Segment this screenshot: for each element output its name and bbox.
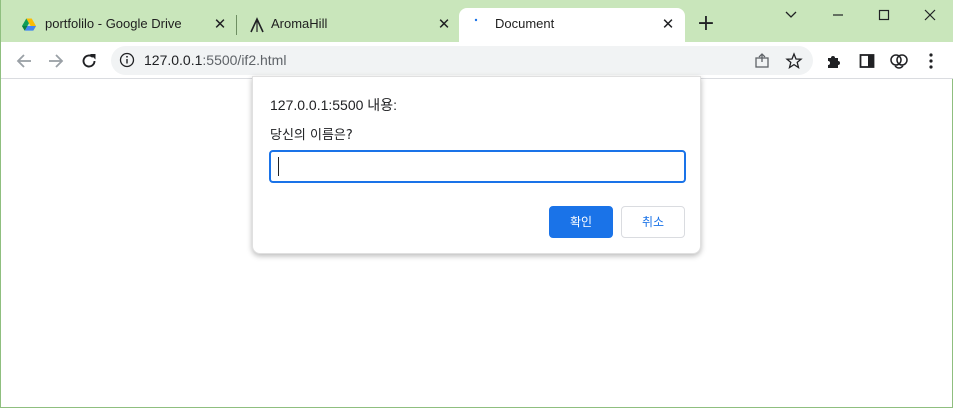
browser-window: portfolilo - Google Drive ✕ AromaHill ✕ …: [0, 0, 953, 408]
browser-toolbar: 127.0.0.1:5500/if2.html: [1, 42, 953, 79]
maximize-button[interactable]: [861, 4, 907, 28]
prompt-dialog: 127.0.0.1:5500 내용: 당신의 이름은? 확인 취소: [252, 76, 701, 254]
maximize-icon: [878, 9, 890, 21]
dialog-origin: 127.0.0.1:5500 내용:: [270, 97, 397, 113]
minimize-button[interactable]: [815, 4, 861, 28]
aromahill-logo-icon: [250, 17, 264, 33]
back-button[interactable]: [13, 50, 35, 72]
url-path: :5500/if2.html: [202, 52, 287, 68]
tab-title: Document: [495, 16, 555, 31]
chevron-down-icon: [785, 11, 797, 18]
close-icon: [924, 9, 936, 21]
tab-aromahill[interactable]: AromaHill ✕: [229, 8, 459, 42]
tab-close-icon[interactable]: ✕: [659, 15, 677, 33]
forward-arrow-icon: [49, 54, 64, 68]
bookmark-star-icon[interactable]: [785, 52, 803, 70]
extensions-button[interactable]: [824, 51, 844, 71]
reload-button[interactable]: [78, 50, 100, 72]
cancel-button[interactable]: 취소: [621, 206, 685, 238]
menu-button[interactable]: [921, 51, 941, 71]
info-icon[interactable]: [119, 52, 135, 68]
back-arrow-icon: [16, 54, 31, 68]
url-text: 127.0.0.1:5500/if2.html: [144, 52, 286, 68]
url-host: 127.0.0.1: [144, 52, 203, 68]
tab-document[interactable]: Document ✕: [459, 8, 685, 42]
ok-button[interactable]: 확인: [549, 206, 613, 238]
prompt-input[interactable]: [269, 150, 686, 183]
dialog-message: 당신의 이름은?: [270, 128, 353, 143]
avatar-icon: [890, 54, 908, 69]
minimize-icon: [833, 14, 843, 16]
tab-close-icon[interactable]: ✕: [435, 15, 453, 33]
reload-icon: [82, 54, 96, 68]
puzzle-icon: [828, 56, 840, 68]
side-panel-icon: [859, 54, 875, 68]
tab-search-button[interactable]: [768, 4, 814, 28]
forward-button[interactable]: [45, 50, 67, 72]
tab-title: AromaHill: [271, 16, 328, 31]
text-caret: [278, 157, 279, 176]
tab-title: portfolilo - Google Drive: [45, 16, 182, 31]
address-bar[interactable]: 127.0.0.1:5500/if2.html: [111, 46, 813, 75]
google-drive-icon: [22, 18, 36, 31]
loading-icon: [474, 18, 478, 22]
share-icon[interactable]: [753, 52, 771, 70]
more-vert-icon: [929, 53, 933, 69]
tab-strip: portfolilo - Google Drive ✕ AromaHill ✕ …: [1, 0, 953, 42]
side-panel-button[interactable]: [857, 51, 877, 71]
close-window-button[interactable]: [907, 4, 953, 28]
tab-google-drive[interactable]: portfolilo - Google Drive ✕: [1, 8, 234, 42]
profile-button[interactable]: [889, 51, 909, 71]
tab-close-icon[interactable]: ✕: [211, 15, 229, 33]
new-tab-button[interactable]: +: [695, 13, 717, 36]
